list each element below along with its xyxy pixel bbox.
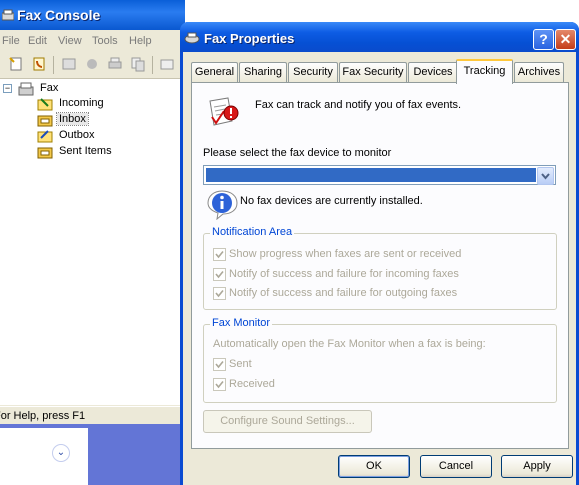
device-select-label: Please select the fax device to monitor — [203, 147, 392, 159]
fax-properties-icon — [184, 32, 200, 44]
checkmark-icon — [215, 289, 224, 298]
task-pane: ⌄ — [0, 424, 185, 485]
dialog-title: Fax Properties — [204, 31, 295, 46]
cancel-button[interactable]: Cancel — [420, 455, 492, 478]
checkmark-icon — [215, 380, 224, 389]
info-icon — [207, 190, 238, 220]
inbox-folder-icon — [37, 115, 53, 127]
view-icon[interactable] — [61, 56, 77, 72]
show-progress-checkbox[interactable] — [213, 248, 226, 261]
toolbar-separator — [53, 56, 54, 74]
no-devices-text: No fax devices are currently installed. — [240, 195, 423, 207]
notify-incoming-label: Notify of success and failure for incomi… — [229, 268, 459, 280]
dropdown-arrow[interactable] — [537, 167, 554, 185]
fax-monitor-description: Automatically open the Fax Monitor when … — [213, 338, 486, 350]
new-fax-icon[interactable] — [8, 56, 24, 72]
monitor-received-label: Received — [229, 378, 275, 390]
monitor-sent-label: Sent — [229, 358, 252, 370]
notify-outgoing-checkbox[interactable] — [213, 287, 226, 300]
close-button[interactable]: ✕ — [555, 29, 576, 50]
dialog-title-bar[interactable]: Fax Properties ? ✕ — [180, 22, 579, 52]
console-toolbar — [0, 52, 185, 79]
tab-general[interactable]: General — [191, 62, 238, 82]
monitor-sent-checkbox[interactable] — [213, 358, 226, 371]
toolbar-separator — [152, 56, 153, 74]
fax-app-icon — [2, 9, 14, 21]
fax-icon — [18, 82, 34, 96]
console-title-bar[interactable]: Fax Console — [0, 0, 185, 30]
checkmark-icon — [215, 250, 224, 259]
fax-monitor-title: Fax Monitor — [210, 317, 273, 329]
console-menu-bar: File Edit View Tools Help — [0, 32, 185, 50]
status-text: For Help, press F1 — [0, 410, 86, 422]
menu-tools[interactable]: Tools — [92, 35, 118, 47]
notify-outgoing-label: Notify of success and failure for outgoi… — [229, 287, 458, 299]
tab-archives[interactable]: Archives — [514, 62, 564, 82]
receive-fax-icon[interactable] — [31, 56, 47, 72]
tab-tracking[interactable]: Tracking — [456, 59, 513, 84]
tracking-intro-text: Fax can track and notify you of fax even… — [255, 99, 462, 111]
tracking-tab-panel: Fax can track and notify you of fax even… — [191, 82, 569, 449]
incoming-folder-icon — [37, 98, 53, 111]
fax-monitor-group: Fax Monitor Automatically open the Fax M… — [203, 317, 557, 403]
dropdown-selection — [206, 168, 536, 182]
fax-console-window: Fax Console File Edit View Tools Help − … — [0, 0, 185, 485]
apply-button[interactable]: Apply — [501, 455, 573, 478]
checkmark-icon — [215, 270, 224, 279]
notification-area-group: Notification Area Show progress when fax… — [203, 226, 557, 310]
mail-icon[interactable] — [159, 56, 175, 72]
console-title: Fax Console — [17, 7, 101, 23]
menu-file[interactable]: File — [2, 35, 20, 47]
checkmark-icon — [215, 360, 224, 369]
folder-tree: − Fax Incoming Inbox Outbox Sent Items — [0, 79, 185, 405]
outbox-folder-icon — [37, 130, 53, 143]
sent-items-folder-icon — [37, 147, 53, 159]
chevron-down-icon[interactable]: ⌄ — [52, 444, 70, 462]
print-icon[interactable] — [107, 56, 123, 72]
configure-sound-settings-button[interactable]: Configure Sound Settings... — [203, 410, 372, 433]
tab-security[interactable]: Security — [288, 62, 338, 82]
dialog-body: General Sharing Security Fax Security De… — [183, 52, 576, 485]
monitor-received-checkbox[interactable] — [213, 378, 226, 391]
fax-properties-dialog: Fax Properties ? ✕ General Sharing Secur… — [180, 22, 579, 485]
notify-incoming-checkbox[interactable] — [213, 268, 226, 281]
fax-device-dropdown[interactable] — [203, 165, 556, 185]
reply-icon[interactable] — [84, 56, 100, 72]
menu-edit[interactable]: Edit — [28, 35, 47, 47]
notification-area-title: Notification Area — [210, 226, 295, 238]
fax-tracking-icon — [209, 97, 239, 126]
copy-icon[interactable] — [130, 56, 146, 72]
status-bar: For Help, press F1 — [0, 406, 185, 425]
tab-devices[interactable]: Devices — [408, 62, 458, 82]
menu-view[interactable]: View — [58, 35, 82, 47]
menu-help[interactable]: Help — [129, 35, 152, 47]
help-button[interactable]: ? — [533, 29, 554, 50]
tab-fax-security[interactable]: Fax Security — [339, 62, 407, 82]
task-pane-panel: ⌄ — [0, 428, 88, 485]
ok-button[interactable]: OK — [338, 455, 410, 478]
chevron-down-icon — [541, 173, 550, 180]
tree-expander[interactable]: − — [3, 84, 12, 93]
tab-sharing[interactable]: Sharing — [239, 62, 287, 82]
show-progress-label: Show progress when faxes are sent or rec… — [229, 248, 462, 260]
